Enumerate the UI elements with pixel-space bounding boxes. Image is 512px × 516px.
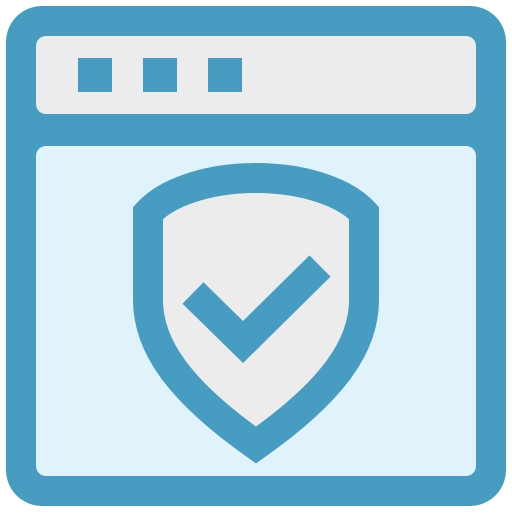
- window-dot-icon: [143, 58, 177, 92]
- browser-security-svg: [6, 6, 506, 506]
- window-dot-icon: [208, 58, 242, 92]
- window-dot-icon: [78, 58, 112, 92]
- browser-security-icon: [0, 0, 512, 512]
